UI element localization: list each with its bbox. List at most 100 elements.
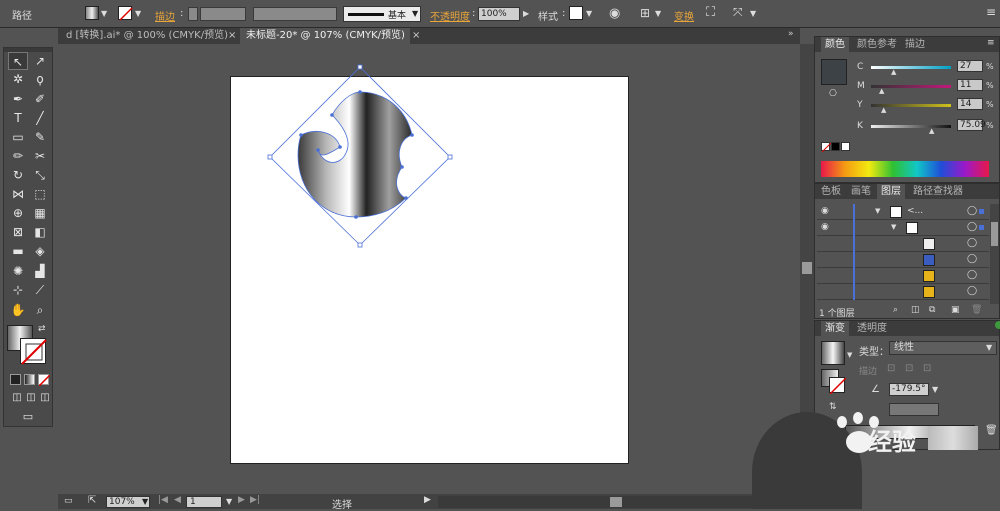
angle-input[interactable]: -179.5° (889, 383, 929, 396)
curvature-tool-icon[interactable]: ✐ (30, 90, 50, 108)
stroke-within-icon[interactable]: ⊡ (887, 363, 895, 374)
gradient-swatch[interactable] (821, 341, 845, 365)
trash-icon[interactable]: 🗑 (971, 305, 982, 315)
layer-name[interactable]: <... (907, 206, 923, 216)
width-tool-icon[interactable]: ⋈ (8, 185, 28, 203)
stroke-along-icon[interactable]: ⊡ (905, 363, 913, 374)
type-tool-icon[interactable]: T (8, 109, 28, 127)
gradient-type-dropdown[interactable]: 线性 ▼ (889, 341, 997, 355)
cyan-value[interactable]: 27 (957, 60, 983, 72)
scale-tool-icon[interactable]: ⤡ (30, 166, 50, 184)
black-slider[interactable] (871, 125, 951, 128)
gradient-tool-icon[interactable]: ◧ (30, 223, 50, 241)
blend-tool-icon[interactable]: ◈ (30, 242, 50, 260)
magic-wand-icon[interactable]: ✲ (8, 70, 28, 88)
stroke-swatch[interactable] (118, 6, 133, 21)
tab-swatches[interactable]: 色板 (817, 184, 845, 199)
pen-tool-icon[interactable]: ✒ (8, 90, 28, 108)
target-icon[interactable]: ◯ (967, 238, 977, 248)
shape-builder-icon[interactable]: ⊕ (8, 204, 28, 222)
transform-options-icon[interactable]: ⤧ (733, 5, 743, 20)
line-tool-icon[interactable]: ╱ (30, 109, 50, 127)
none-mode-icon[interactable] (38, 374, 51, 387)
free-transform-icon[interactable]: ⬚ (30, 185, 50, 203)
opacity-label[interactable]: 不透明度 (430, 8, 470, 23)
stroke-label[interactable]: 描边 (155, 8, 175, 23)
stroke-weight-input[interactable] (200, 7, 246, 21)
chevron-down-icon[interactable]: ▼ (586, 9, 592, 18)
stroke-color-box[interactable] (20, 338, 47, 365)
close-icon[interactable]: × (412, 30, 420, 41)
artboard-number-input[interactable]: 1 (186, 496, 222, 508)
share-icon[interactable]: ⇱ (88, 495, 96, 506)
target-icon[interactable]: ◯ (967, 270, 977, 280)
stroke-across-icon[interactable]: ⊡ (923, 363, 931, 374)
last-artboard-icon[interactable]: ▶| (250, 495, 260, 505)
chevron-right-icon[interactable]: ▶ (523, 9, 529, 18)
color-spectrum[interactable] (821, 161, 989, 177)
yellow-value[interactable]: 14 (957, 98, 983, 110)
target-icon[interactable]: ◯ (967, 222, 977, 232)
visibility-eye-icon[interactable]: ◉ (821, 206, 829, 216)
layer-row[interactable]: ◯ (817, 268, 989, 284)
magenta-value[interactable]: 11 (957, 79, 983, 91)
canvas-horizontal-scrollbar[interactable] (438, 496, 754, 508)
pencil-tool-icon[interactable]: ✏ (8, 147, 28, 165)
zoom-tool-icon[interactable]: ⌕ (30, 301, 50, 319)
opacity-input[interactable]: 100% (478, 7, 520, 21)
locate-object-icon[interactable]: ⌕ (893, 305, 898, 315)
rectangle-tool-icon[interactable]: ▭ (8, 128, 28, 146)
artboard-tool-icon[interactable]: ⊹ (8, 281, 28, 299)
color-mode-icon[interactable] (10, 374, 21, 385)
target-icon[interactable]: ◯ (967, 206, 977, 216)
stroke-weight-stepper[interactable] (188, 7, 198, 21)
tabs-overflow-icon[interactable]: » (788, 29, 794, 39)
close-icon[interactable]: × (228, 30, 236, 41)
visibility-eye-icon[interactable]: ◉ (821, 222, 829, 232)
layer-row[interactable]: ◯ (817, 236, 989, 252)
gradient-shape[interactable] (297, 91, 413, 218)
layer-row[interactable]: ◉ ▼ <... ◯ (817, 204, 989, 220)
status-menu-icon[interactable]: ▶ (424, 495, 431, 505)
none-swatch[interactable] (821, 142, 832, 153)
first-artboard-icon[interactable]: |◀ (158, 495, 168, 505)
fill-swatch[interactable] (85, 6, 99, 20)
mesh-tool-icon[interactable]: ⊠ (8, 223, 28, 241)
clipping-mask-icon[interactable]: ◫ (911, 305, 920, 315)
perspective-grid-icon[interactable]: ▦ (30, 204, 50, 222)
tab-document-1[interactable]: d [转换].ai* @ 100% (CMYK/预览) (60, 28, 238, 44)
gradient-mode-icon[interactable] (24, 374, 35, 385)
paintbrush-icon[interactable]: ✎ (30, 128, 50, 146)
tab-color-guide[interactable]: 颜色参考 (853, 37, 901, 52)
chevron-down-icon[interactable]: ▼ (750, 9, 756, 18)
target-icon[interactable]: ◯ (967, 286, 977, 296)
layer-row[interactable]: ◉ ▼ ◯ (817, 220, 989, 236)
draw-inside-icon[interactable]: ◫ (35, 389, 55, 407)
hand-tool-icon[interactable]: ✋ (8, 301, 28, 319)
direct-selection-tool-icon[interactable]: ↗ (30, 52, 50, 70)
layer-row[interactable]: ◯ (817, 252, 989, 268)
style-swatch[interactable] (569, 6, 583, 20)
align-icon[interactable]: ⊞ (640, 6, 650, 20)
graph-tool-icon[interactable]: ▟ (30, 262, 50, 280)
selection-tool-icon[interactable]: ↖ (8, 52, 28, 70)
tab-stroke[interactable]: 描边 (901, 37, 929, 52)
panel-menu-icon[interactable]: ≡ (986, 5, 996, 19)
measure-tool-icon[interactable]: ▬ (8, 242, 28, 260)
layers-scrollbar[interactable] (990, 204, 999, 304)
black-swatch[interactable] (831, 142, 840, 151)
chevron-down-icon[interactable]: ▼ (891, 223, 896, 231)
tab-gradient[interactable]: 渐变 (821, 321, 849, 336)
chevron-down-icon[interactable]: ▼ (875, 207, 880, 215)
scissors-icon[interactable]: ✂ (30, 147, 50, 165)
new-sublayer-icon[interactable]: ⧉ (929, 305, 935, 315)
selected-artwork[interactable] (260, 55, 460, 255)
transform-label[interactable]: 变换 (674, 8, 694, 23)
black-value[interactable]: 75.09 (957, 119, 986, 131)
target-icon[interactable]: ◯ (967, 254, 977, 264)
recolor-icon[interactable]: ◉ (609, 6, 620, 21)
layer-row[interactable]: ◯ (817, 284, 989, 300)
tab-pathfinder[interactable]: 路径查找器 (909, 184, 967, 199)
tab-document-2[interactable]: 未标题-20* @ 107% (CMYK/预览) (240, 28, 410, 44)
current-color-swatch[interactable] (821, 59, 847, 85)
